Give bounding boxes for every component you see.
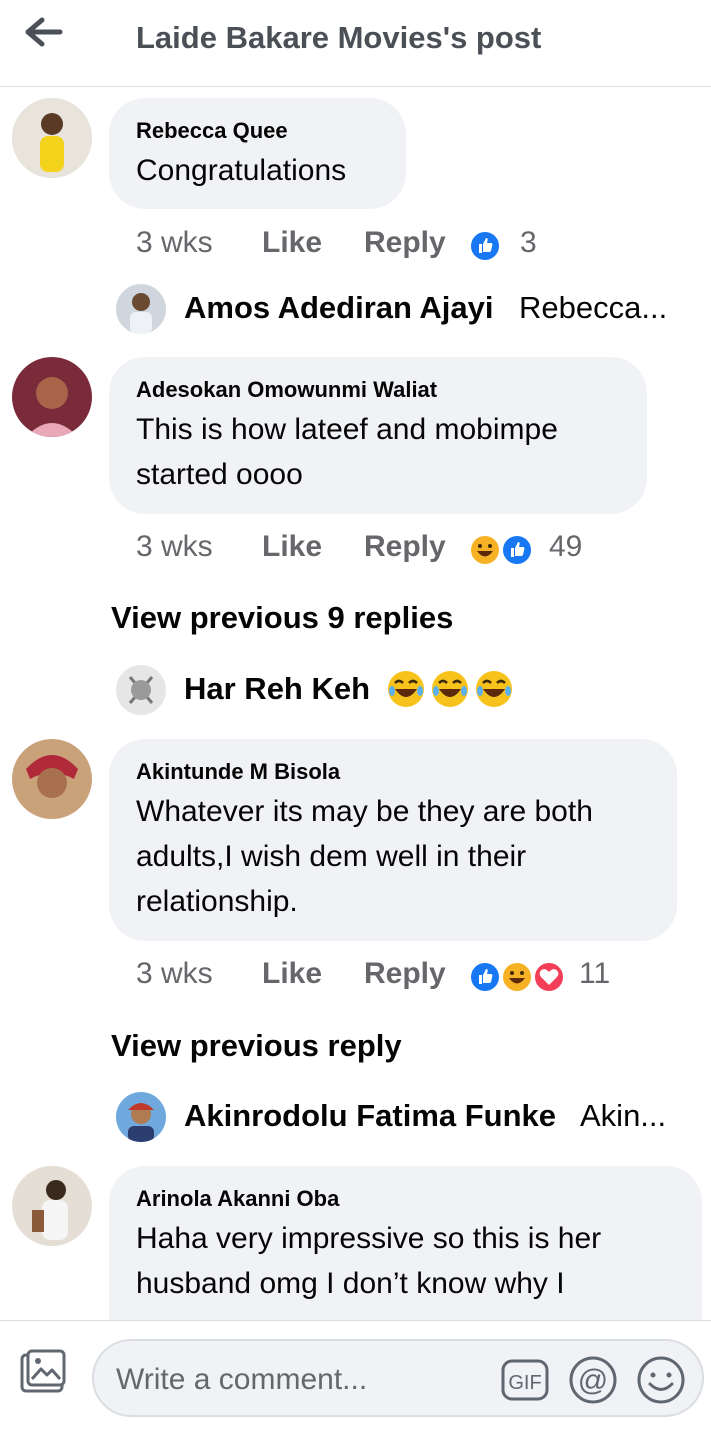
comment-text: This is how lateef and mobimpe — [136, 413, 558, 446]
avatar[interactable] — [12, 1166, 92, 1246]
comment-time: 3 wks — [136, 957, 213, 990]
reply-preview[interactable]: Akinrodolu Fatima Funke Akin... — [116, 1092, 696, 1142]
like-reaction-icon[interactable] — [468, 960, 502, 994]
reply-preview-text: Akin... — [580, 1098, 667, 1133]
reply-author[interactable]: Amos Adediran Ajayi — [184, 290, 494, 326]
comment-text: Haha very impressive so this is her — [136, 1222, 602, 1255]
like-button[interactable]: Like — [262, 957, 322, 991]
header: Laide Bakare Movies's post — [0, 0, 711, 87]
reaction-count[interactable]: 11 — [579, 957, 610, 991]
comment-author[interactable]: Arinola Akanni Oba — [136, 1186, 339, 1212]
gif-label: GIF — [508, 1372, 541, 1394]
mention-icon[interactable]: @ — [568, 1355, 618, 1405]
haha-reaction-icon[interactable] — [500, 960, 534, 994]
reaction-count[interactable]: 49 — [549, 530, 582, 564]
reply-author[interactable]: Har Reh Keh — [184, 671, 370, 707]
like-reaction-icon[interactable] — [500, 533, 534, 567]
reply-preview-text — [386, 669, 518, 709]
comment-author[interactable]: Adesokan Omowunmi Waliat — [136, 377, 437, 403]
photo-icon[interactable] — [16, 1345, 70, 1399]
reaction-count[interactable]: 3 — [520, 226, 537, 260]
avatar[interactable] — [12, 739, 92, 819]
like-reaction-icon[interactable] — [468, 229, 502, 263]
comment-bubble: Akintunde M Bisola Whatever its may be t… — [109, 739, 677, 941]
comment-time: 3 wks — [136, 226, 213, 259]
laughing-emoji-icon — [474, 669, 514, 709]
comment-text: started oooo — [136, 458, 303, 491]
reply-button[interactable]: Reply — [364, 957, 446, 991]
comment-text: Congratulations — [136, 154, 347, 187]
comment-author[interactable]: Akintunde M Bisola — [136, 759, 340, 785]
comment-actions: 3 wks Like Reply 3 — [136, 226, 696, 266]
reply-preview[interactable]: Har Reh Keh — [116, 665, 696, 715]
reply-preview[interactable]: Amos Adediran Ajayi Rebecca... — [116, 284, 696, 334]
avatar — [116, 665, 166, 715]
view-previous-replies-link[interactable]: View previous 9 replies — [111, 600, 453, 636]
comment-actions: 3 wks Like Reply 49 — [136, 530, 696, 570]
reply-author[interactable]: Akinrodolu Fatima Funke — [184, 1098, 556, 1134]
laughing-emoji-icon — [386, 669, 426, 709]
love-reaction-icon[interactable] — [532, 960, 566, 994]
comment-text: relationship. — [136, 885, 298, 918]
comment-bubble: Adesokan Omowunmi Waliat This is how lat… — [109, 357, 647, 514]
reply-button[interactable]: Reply — [364, 530, 446, 564]
svg-text:@: @ — [578, 1364, 608, 1397]
like-button[interactable]: Like — [262, 530, 322, 564]
comment-input[interactable] — [114, 1359, 488, 1401]
avatar[interactable] — [12, 357, 92, 437]
avatar — [116, 1092, 166, 1142]
like-button[interactable]: Like — [262, 226, 322, 260]
comment-text: husband omg I don’t know why I — [136, 1267, 565, 1300]
gif-button[interactable]: GIF — [500, 1355, 550, 1405]
comment-author[interactable]: Rebecca Quee — [136, 118, 288, 144]
reply-button[interactable]: Reply — [364, 226, 446, 260]
comment-input-box: GIF @ — [92, 1339, 704, 1417]
comment-text: adults,I wish dem well in their — [136, 840, 527, 873]
page-title: Laide Bakare Movies's post — [136, 20, 542, 55]
haha-reaction-icon[interactable] — [468, 533, 502, 567]
comment-composer: GIF @ — [0, 1320, 711, 1431]
comment-actions: 3 wks Like Reply 11 — [136, 957, 696, 997]
avatar[interactable] — [12, 98, 92, 178]
view-previous-reply-link[interactable]: View previous reply — [111, 1028, 402, 1064]
laughing-emoji-icon — [430, 669, 470, 709]
comment-time: 3 wks — [136, 530, 213, 563]
avatar — [116, 284, 166, 334]
comment-bubble: Rebecca Quee Congratulations — [109, 98, 406, 209]
reply-preview-text: Rebecca... — [519, 290, 668, 325]
back-arrow-icon[interactable] — [22, 14, 66, 54]
comment-text: Whatever its may be they are both — [136, 795, 593, 828]
emoji-smiley-icon[interactable] — [636, 1355, 686, 1405]
